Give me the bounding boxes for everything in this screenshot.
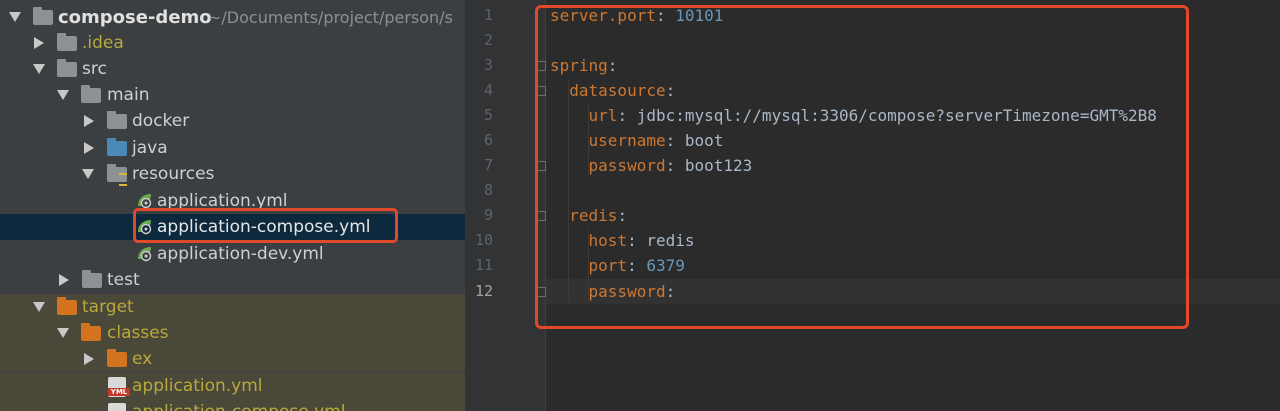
line-number: 9 [483,206,493,224]
line-number: 8 [483,181,493,199]
chevron-down-icon[interactable] [82,169,94,179]
resources-marker-icon [119,173,127,186]
folder-icon [82,270,102,288]
tree-item-label: resources [132,164,215,184]
chevron-right-icon[interactable] [84,142,94,154]
tree-item-docker[interactable]: docker [0,108,465,134]
line-number: 5 [483,106,493,124]
line-number: 4 [483,81,493,99]
line-number: 6 [483,131,493,149]
tree-item-label: test [107,270,140,290]
tree-item-main[interactable]: main [0,82,465,108]
tree-item-resources[interactable]: resources [0,161,465,187]
chevron-down-icon[interactable] [33,64,45,74]
tree-item-idea[interactable]: .idea [0,30,465,56]
chevron-down-icon[interactable] [57,90,69,100]
tree-item-label: docker [132,111,190,131]
tree-item-label: classes [107,323,169,343]
annotation-highlight-box [535,5,1189,329]
line-number: 11 [474,256,493,274]
folder-icon [81,85,101,103]
tree-item-label: .idea [82,33,124,53]
tree-item-project-root[interactable]: compose-demo ~/Documents/project/person/… [0,4,465,30]
chevron-right-icon[interactable] [59,274,69,286]
line-number-current: 12 [474,282,493,300]
chevron-down-icon[interactable] [9,12,21,22]
line-number: 2 [483,31,493,49]
module-folder-icon [33,7,53,25]
chevron-down-icon[interactable] [57,328,69,338]
tree-item-ex[interactable]: ex [0,346,465,372]
excluded-folder-icon [107,349,127,367]
project-name: compose-demo [58,7,212,28]
chevron-down-icon[interactable] [33,302,45,312]
line-number: 10 [474,231,493,249]
line-number-gutter: 1 2 3 4 5 6 7 8 9 10 11 12 [465,0,546,411]
tree-item-java[interactable]: java [0,135,465,161]
tree-item-label: ex [132,349,153,369]
line-number: 1 [483,6,493,24]
yml-badge: YML [108,388,130,396]
folder-icon [107,111,127,129]
tree-item-application-dev-yml[interactable]: application-dev.yml [0,241,465,267]
tree-item-target-application-yml[interactable]: YML application.yml [0,373,465,399]
chevron-right-icon[interactable] [84,115,94,127]
annotation-highlight-box [133,208,398,243]
tree-item-label: main [107,85,150,105]
tree-item-label: application.yml [132,376,263,396]
project-tree: compose-demo ~/Documents/project/person/… [0,0,465,411]
tree-item-src[interactable]: src [0,56,465,82]
folder-icon [57,33,77,51]
excluded-folder-icon [81,323,101,341]
yml-file-icon [108,403,126,411]
tree-item-label: src [82,59,107,79]
spring-config-icon [138,247,152,262]
tree-item-test[interactable]: test [0,267,465,293]
folder-icon [57,59,77,77]
tree-item-target[interactable]: target [0,294,465,320]
source-folder-icon [107,138,127,156]
tree-item-label: target [82,297,134,317]
project-path: ~/Documents/project/person/s [208,8,453,27]
excluded-folder-icon [57,297,77,315]
tree-item-classes[interactable]: classes [0,320,465,346]
tree-item-label: java [132,138,168,158]
chevron-right-icon[interactable] [84,353,94,365]
yml-file-icon: YML [108,377,130,397]
tree-item-label: application-compose.yml [132,402,345,411]
tree-item-label: application-dev.yml [157,244,324,264]
tree-item-target-application-compose-yml[interactable]: application-compose.yml [0,399,465,411]
chevron-right-icon[interactable] [34,37,44,49]
line-number: 7 [483,156,493,174]
spring-config-icon [138,194,152,209]
line-number: 3 [483,56,493,74]
